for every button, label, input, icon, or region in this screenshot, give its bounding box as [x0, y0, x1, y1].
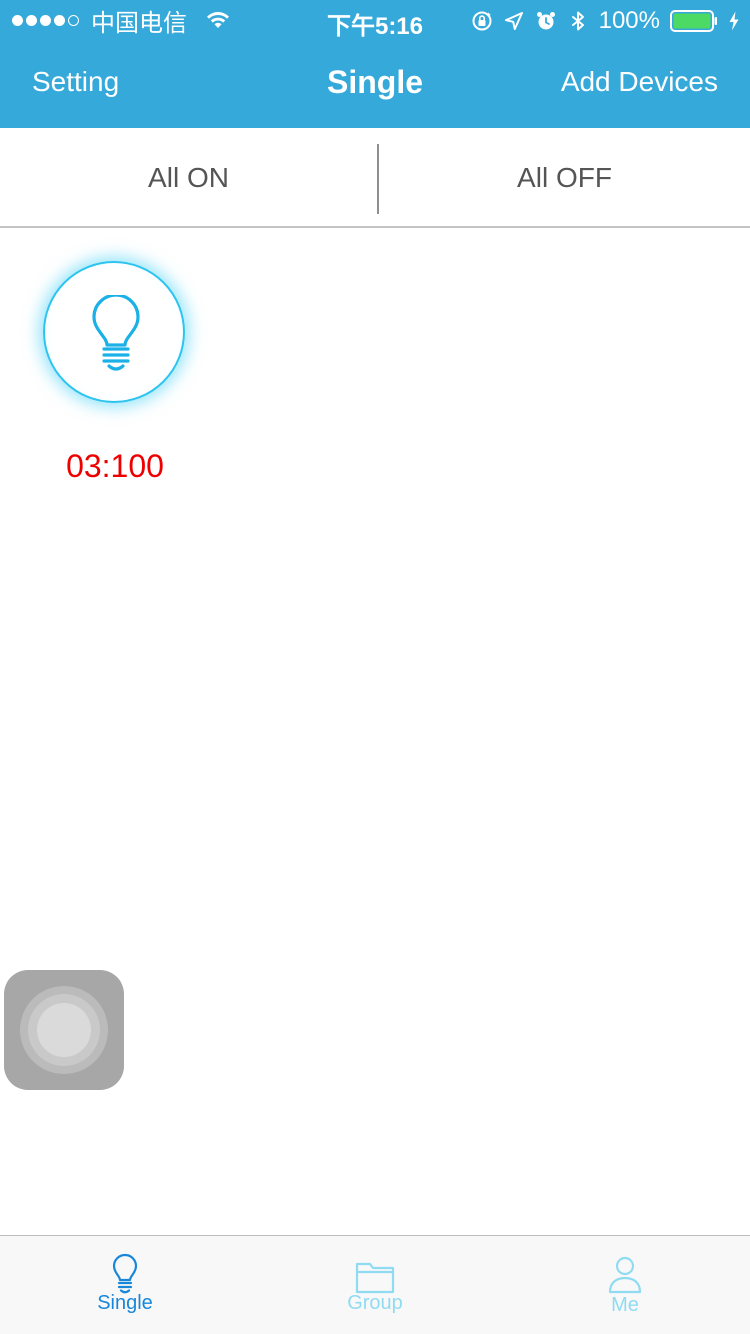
location-arrow-icon: [504, 12, 523, 30]
bluetooth-icon: [571, 11, 584, 31]
all-on-button[interactable]: All ON: [0, 128, 377, 226]
orientation-lock-icon: [472, 11, 492, 31]
folder-icon: [355, 1262, 395, 1294]
navigation-bar: Setting Single Add Devices: [0, 40, 750, 128]
tab-single[interactable]: Single: [0, 1236, 250, 1334]
tab-bar: Single Group Me: [0, 1235, 750, 1334]
battery-icon: [670, 10, 717, 32]
tab-group[interactable]: Group: [250, 1236, 500, 1334]
power-toggle-bar: All ON All OFF: [0, 128, 750, 228]
charging-icon: [729, 11, 739, 31]
battery-percent: 100%: [598, 7, 660, 34]
alarm-icon: [536, 12, 555, 30]
assistive-touch-button[interactable]: [4, 970, 124, 1090]
add-devices-button[interactable]: Add Devices: [561, 66, 718, 98]
status-right: 100%: [471, 7, 740, 35]
lightbulb-icon: [92, 295, 140, 371]
tab-label: Group: [347, 1292, 403, 1314]
lightbulb-icon: [112, 1253, 138, 1294]
person-icon: [608, 1256, 642, 1294]
device-tile[interactable]: 03:100: [40, 258, 190, 498]
app-screen: 中国电信 下午5:16 100% Setting Single Add Devi…: [0, 0, 750, 1334]
status-bar: 中国电信 下午5:16 100%: [0, 0, 750, 40]
assistive-core: [37, 1003, 91, 1057]
tab-label: Me: [611, 1294, 639, 1316]
header: 中国电信 下午5:16 100% Setting Single Add Devi…: [0, 0, 750, 128]
tab-label: Single: [97, 1292, 153, 1314]
all-off-button[interactable]: All OFF: [379, 128, 750, 226]
device-bulb-button[interactable]: [43, 261, 185, 403]
device-label: 03:100: [66, 448, 164, 484]
setting-button[interactable]: Setting: [32, 66, 119, 98]
tab-me[interactable]: Me: [500, 1236, 750, 1334]
